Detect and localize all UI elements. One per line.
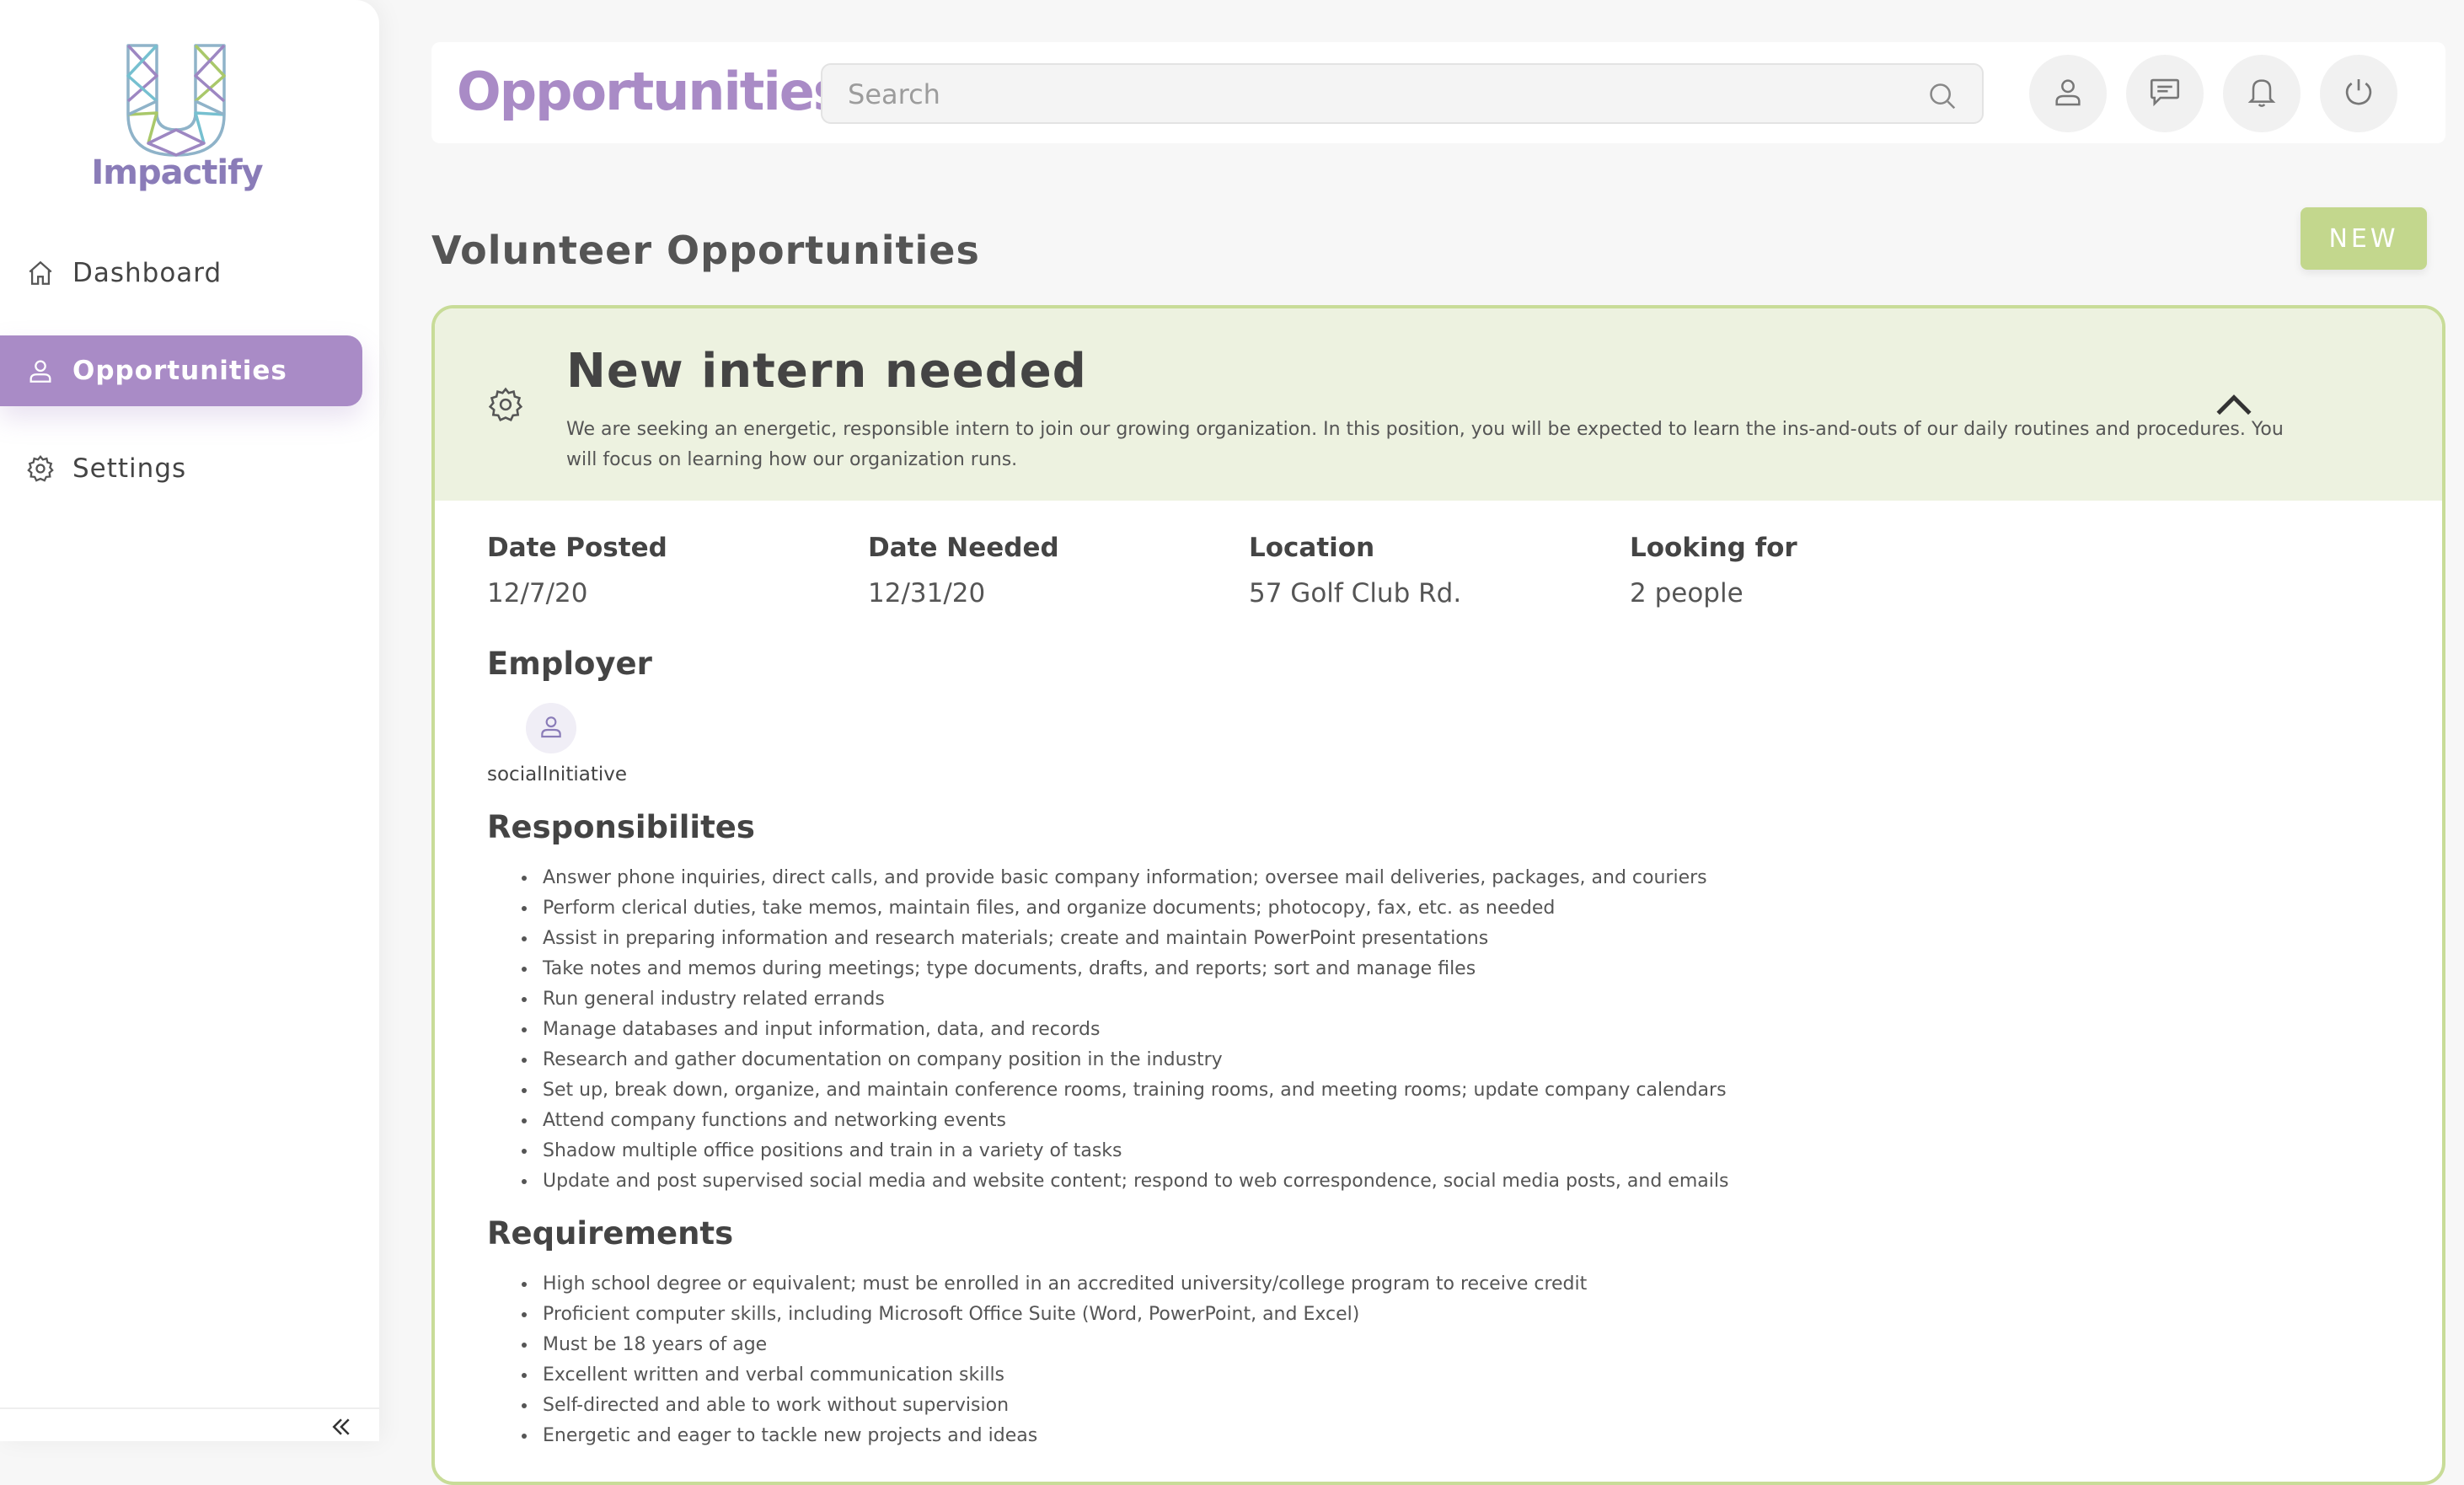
looking-for-label: Looking for <box>1630 533 1797 563</box>
search-box[interactable] <box>821 63 1984 124</box>
card-header[interactable]: New intern needed We are seeking an ener… <box>435 308 2442 501</box>
page-title: Opportunities <box>457 61 844 122</box>
date-needed-label: Date Needed <box>868 533 1059 563</box>
opportunity-card: New intern needed We are seeking an ener… <box>431 305 2445 1485</box>
date-needed-value: 12/31/20 <box>868 578 986 608</box>
date-posted-label: Date Posted <box>487 533 667 563</box>
sidebar-item-label: Opportunities <box>72 356 287 386</box>
list-item: Proficient computer skills, including Mi… <box>538 1300 1587 1330</box>
new-opportunity-button[interactable]: NEW <box>2301 207 2427 270</box>
list-item: Research and gather documentation on com… <box>538 1045 1728 1075</box>
search-input[interactable] <box>848 75 1910 114</box>
power-icon <box>2342 75 2376 112</box>
list-item: Set up, break down, organize, and mainta… <box>538 1075 1728 1106</box>
chevron-up-icon[interactable] <box>2213 388 2255 425</box>
list-item: High school degree or equivalent; must b… <box>538 1269 1587 1300</box>
list-item: Assist in preparing information and rese… <box>538 924 1728 954</box>
responsibilities-heading: Responsibilites <box>487 809 755 845</box>
date-posted-value: 12/7/20 <box>487 578 588 608</box>
location-label: Location <box>1249 533 1375 563</box>
logo-mark-icon <box>126 44 226 157</box>
sidebar-footer <box>0 1407 379 1441</box>
bell-icon <box>2245 75 2279 112</box>
sidebar-item-label: Dashboard <box>72 258 222 288</box>
requirements-heading: Requirements <box>487 1215 734 1252</box>
opportunity-title: New intern needed <box>566 344 1087 399</box>
list-item: Attend company functions and networking … <box>538 1106 1728 1136</box>
logo[interactable]: Impactify <box>84 37 270 206</box>
list-item: Update and post supervised social media … <box>538 1166 1728 1197</box>
user-icon <box>538 713 565 743</box>
sidebar-item-label: Settings <box>72 453 187 484</box>
gear-icon <box>25 453 56 484</box>
profile-button[interactable] <box>2029 55 2107 132</box>
list-item: Self-directed and able to work without s… <box>538 1391 1587 1421</box>
gear-icon <box>487 386 524 426</box>
list-item: Answer phone inquiries, direct calls, an… <box>538 863 1728 893</box>
logo-text: Impactify <box>91 153 263 192</box>
list-item: Energetic and eager to tackle new projec… <box>538 1421 1587 1451</box>
top-bar: Opportunities <box>431 42 2445 143</box>
list-item: Shadow multiple office positions and tra… <box>538 1136 1728 1166</box>
list-item: Excellent written and verbal communicati… <box>538 1360 1587 1391</box>
list-item: Run general industry related errands <box>538 984 1728 1015</box>
list-item: Manage databases and input information, … <box>538 1015 1728 1045</box>
list-item: Must be 18 years of age <box>538 1330 1587 1360</box>
list-item: Perform clerical duties, take memos, mai… <box>538 893 1728 924</box>
opportunity-description: We are seeking an energetic, responsible… <box>566 419 2284 470</box>
logout-button[interactable] <box>2320 55 2397 132</box>
sidebar-item-opportunities[interactable]: Opportunities <box>0 335 362 406</box>
chat-icon <box>2147 74 2183 113</box>
sidebar-item-settings[interactable]: Settings <box>0 433 362 504</box>
list-item: Take notes and memos during meetings; ty… <box>538 954 1728 984</box>
employer-heading: Employer <box>487 646 652 682</box>
user-icon <box>2051 75 2085 112</box>
sidebar-item-dashboard[interactable]: Dashboard <box>0 238 362 308</box>
responsibilities-list: Answer phone inquiries, direct calls, an… <box>538 863 1728 1197</box>
notifications-button[interactable] <box>2223 55 2301 132</box>
messages-button[interactable] <box>2126 55 2204 132</box>
employer-avatar[interactable] <box>526 703 576 753</box>
employer-name[interactable]: socialInitiative <box>487 764 627 785</box>
location-value: 57 Golf Club Rd. <box>1249 578 1462 608</box>
looking-for-value: 2 people <box>1630 578 1744 608</box>
user-icon <box>25 356 56 386</box>
requirements-list: High school degree or equivalent; must b… <box>538 1269 1587 1451</box>
double-chevron-left-icon[interactable] <box>329 1414 354 1443</box>
sidebar: Impactify Dashboard Opportunities Settin… <box>0 0 379 1441</box>
section-title: Volunteer Opportunities <box>431 228 980 273</box>
search-icon[interactable] <box>1926 80 1958 115</box>
home-icon <box>25 258 56 288</box>
